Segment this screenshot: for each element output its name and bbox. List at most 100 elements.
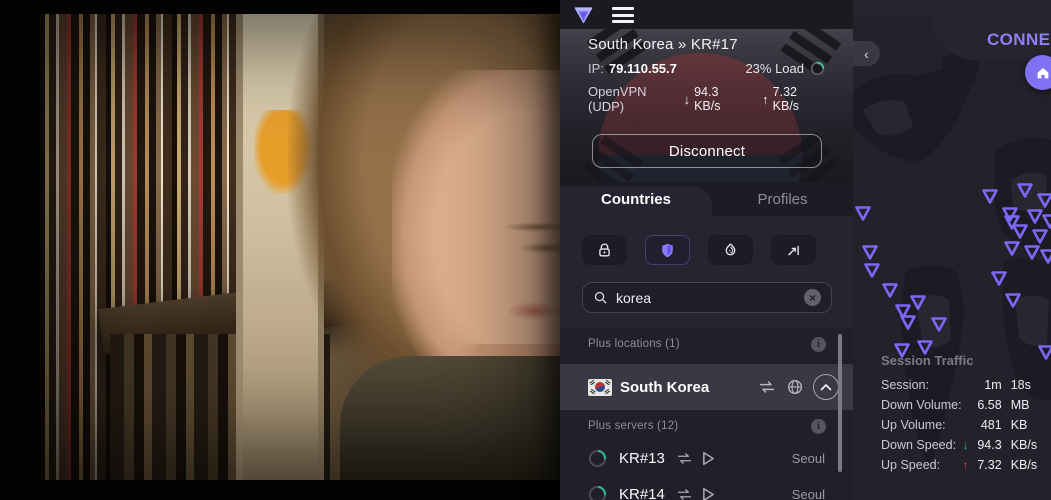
search-box: × bbox=[582, 282, 832, 313]
session-unit: MB bbox=[1011, 398, 1043, 412]
session-label: Up Volume: bbox=[881, 418, 963, 432]
swap-connection-icon[interactable] bbox=[675, 487, 694, 500]
vignette bbox=[40, 14, 560, 480]
app-window: South Korea » KR#17 IP: 79.110.55.7 23% … bbox=[0, 0, 1051, 500]
session-value: 481 bbox=[975, 418, 1002, 432]
shield-icon bbox=[659, 242, 676, 259]
map-marker[interactable] bbox=[862, 260, 882, 280]
session-label: Down Speed: bbox=[881, 438, 963, 452]
map-marker[interactable] bbox=[898, 312, 918, 332]
session-traffic-panel: Session Traffic Session: 1m 18s Down Vol… bbox=[881, 353, 1043, 478]
ip-address: 79.110.55.7 bbox=[609, 61, 677, 76]
session-row: Session: 1m 18s bbox=[881, 378, 1043, 398]
server-name: KR#14 bbox=[619, 486, 665, 500]
swap-connection-icon[interactable] bbox=[675, 451, 694, 466]
home-icon bbox=[1035, 65, 1051, 81]
tor-onion-icon bbox=[722, 242, 739, 259]
collapse-country-button[interactable] bbox=[813, 374, 839, 400]
country-row-south-korea[interactable]: South Korea bbox=[560, 364, 853, 410]
tab-profiles[interactable]: Profiles bbox=[712, 182, 853, 216]
plus-locations-header: Plus locations (1) bbox=[588, 338, 680, 350]
map-marker[interactable] bbox=[1038, 246, 1051, 266]
session-value: 6.58 bbox=[975, 398, 1002, 412]
header-down-speed: 94.3 KB/s bbox=[694, 85, 746, 113]
map-marker[interactable] bbox=[929, 314, 949, 334]
vpn-sidebar-panel: South Korea » KR#17 IP: 79.110.55.7 23% … bbox=[560, 0, 853, 500]
chevron-left-icon: ‹ bbox=[864, 46, 869, 62]
video-player[interactable] bbox=[0, 0, 560, 500]
map-marker[interactable] bbox=[980, 186, 1000, 206]
connected-server-name: South Korea » KR#17 bbox=[588, 36, 738, 53]
down-arrow-icon: ↓ bbox=[963, 438, 975, 452]
header-up-speed: 7.32 KB/s bbox=[773, 85, 825, 113]
disconnect-button[interactable]: Disconnect bbox=[592, 134, 822, 168]
plus-servers-header: Plus servers (12) bbox=[588, 420, 678, 432]
session-unit: KB/s bbox=[1011, 438, 1043, 452]
south-korea-flag-icon bbox=[588, 379, 612, 396]
session-value: 1m bbox=[975, 378, 1002, 392]
down-arrow-icon: ↓ bbox=[684, 92, 691, 107]
scrollbar-thumb[interactable] bbox=[838, 334, 842, 472]
country-list: Plus locations (1) i South Korea bbox=[560, 328, 853, 500]
connection-status-text: CONNECTED bbox=[987, 30, 1051, 50]
tab-bar: Countries Profiles bbox=[560, 182, 853, 216]
p2p-filter-button[interactable] bbox=[771, 235, 816, 265]
session-label: Up Speed: bbox=[881, 458, 963, 472]
ip-label: IP: bbox=[588, 61, 604, 76]
shield-filter-button[interactable] bbox=[645, 235, 690, 265]
search-input[interactable] bbox=[616, 290, 804, 306]
globe-icon[interactable] bbox=[786, 378, 804, 396]
protocol-text: OpenVPN (UDP) bbox=[588, 84, 684, 114]
proton-vpn-logo-icon bbox=[573, 4, 594, 25]
hamburger-menu-icon[interactable] bbox=[612, 7, 634, 23]
collapse-sidebar-button[interactable]: ‹ bbox=[853, 41, 880, 66]
session-label: Down Volume: bbox=[881, 398, 963, 412]
country-name: South Korea bbox=[620, 379, 709, 396]
session-unit: KB bbox=[1011, 418, 1043, 432]
panel-header bbox=[560, 0, 853, 29]
connection-card: South Korea » KR#17 IP: 79.110.55.7 23% … bbox=[560, 29, 853, 182]
tab-countries[interactable]: Countries bbox=[560, 182, 712, 216]
map-marker[interactable] bbox=[880, 280, 900, 300]
map-marker[interactable] bbox=[853, 203, 873, 223]
info-icon[interactable]: i bbox=[811, 419, 826, 434]
server-load-ring-icon bbox=[588, 449, 607, 468]
connect-play-icon[interactable] bbox=[702, 451, 715, 466]
feature-filter-row bbox=[582, 235, 831, 265]
map-marker[interactable] bbox=[1015, 180, 1035, 200]
server-row-kr14[interactable]: KR#14 Seoul bbox=[560, 476, 853, 500]
map-marker[interactable] bbox=[989, 268, 1009, 288]
p2p-arrow-icon bbox=[785, 242, 802, 259]
server-row-kr13[interactable]: KR#13 Seoul bbox=[560, 440, 853, 476]
map-marker[interactable] bbox=[860, 242, 880, 262]
session-row: Down Volume: 6.58 MB bbox=[881, 398, 1043, 418]
search-icon bbox=[593, 290, 608, 305]
session-value: 94.3 bbox=[975, 438, 1002, 452]
session-row: Up Speed: ↑ 7.32 KB/s bbox=[881, 458, 1043, 478]
server-name: KR#13 bbox=[619, 450, 665, 467]
lock-icon bbox=[596, 242, 613, 259]
session-row: Down Speed: ↓ 94.3 KB/s bbox=[881, 438, 1043, 458]
server-load-ring-icon bbox=[588, 485, 607, 500]
info-icon[interactable]: i bbox=[811, 337, 826, 352]
secure-core-lock-button[interactable] bbox=[582, 235, 627, 265]
server-city: Seoul bbox=[792, 487, 825, 500]
session-unit: KB/s bbox=[1011, 458, 1043, 472]
chevron-up-icon bbox=[820, 383, 832, 391]
session-row: Up Volume: 481 KB bbox=[881, 418, 1043, 438]
session-value: 7.32 bbox=[975, 458, 1002, 472]
map-panel: CONNECTED ‹ Session Traffic Session: 1m … bbox=[853, 0, 1051, 500]
up-arrow-icon: ↑ bbox=[762, 92, 769, 107]
tor-filter-button[interactable] bbox=[708, 235, 753, 265]
up-arrow-icon: ↑ bbox=[963, 458, 975, 472]
map-marker[interactable] bbox=[1003, 290, 1023, 310]
session-label: Session: bbox=[881, 378, 963, 392]
server-load-gauge-icon bbox=[810, 61, 825, 76]
swap-connection-icon[interactable] bbox=[757, 379, 777, 395]
connect-play-icon[interactable] bbox=[702, 487, 715, 500]
server-city: Seoul bbox=[792, 451, 825, 466]
session-unit: 18s bbox=[1011, 378, 1043, 392]
session-traffic-title: Session Traffic bbox=[881, 353, 1043, 368]
clear-search-icon[interactable]: × bbox=[804, 289, 821, 306]
map-marker[interactable] bbox=[1002, 238, 1022, 258]
